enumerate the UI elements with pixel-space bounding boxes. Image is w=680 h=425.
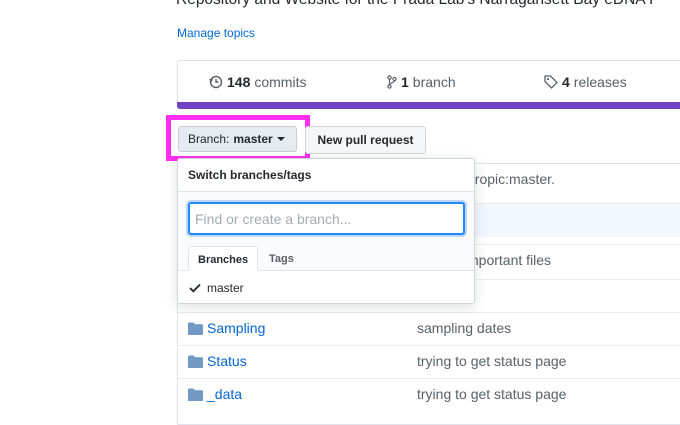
releases-count: 4 bbox=[562, 74, 570, 90]
branches-link[interactable]: 1 branch bbox=[387, 74, 456, 90]
commits-count: 148 bbox=[227, 74, 251, 90]
folder-icon bbox=[188, 355, 203, 368]
table-row: Status trying to get status page bbox=[178, 345, 680, 379]
folder-name: Status bbox=[207, 353, 247, 369]
table-row: Sampling sampling dates bbox=[178, 312, 680, 346]
language-bar bbox=[177, 102, 680, 109]
folder-link[interactable]: _data bbox=[188, 386, 242, 402]
folder-name: Sampling bbox=[207, 320, 266, 336]
tab-branches[interactable]: Branches bbox=[188, 246, 259, 271]
branch-filter-input[interactable] bbox=[188, 202, 465, 235]
repo-summary: 148 commits 1 branch 4 releases bbox=[177, 60, 680, 103]
branch-select-button[interactable]: Branch: master bbox=[178, 126, 297, 152]
branch-item-label: master bbox=[207, 280, 244, 295]
manage-topics-link[interactable]: Manage topics bbox=[177, 26, 255, 40]
commit-message[interactable]: trying to get status page bbox=[417, 353, 566, 369]
caret-down-icon bbox=[276, 137, 285, 141]
repo-description: Repository and Website for the Prada Lab… bbox=[176, 0, 659, 9]
folder-link[interactable]: Status bbox=[188, 353, 247, 369]
tag-icon bbox=[544, 75, 558, 89]
branch-prefix: Branch: bbox=[188, 132, 230, 146]
folder-link[interactable]: Sampling bbox=[188, 320, 265, 336]
commit-message: nropic:master. bbox=[467, 171, 555, 187]
filter-area bbox=[178, 192, 474, 238]
current-branch: master bbox=[233, 132, 273, 146]
folder-icon bbox=[188, 322, 203, 335]
commit-message[interactable]: trying to get status page bbox=[417, 386, 566, 402]
commit-message[interactable]: mportant files bbox=[467, 252, 551, 268]
branches-count: 1 bbox=[401, 74, 409, 90]
check-icon bbox=[189, 283, 201, 293]
releases-link[interactable]: 4 releases bbox=[544, 74, 627, 90]
folder-name: _data bbox=[207, 386, 243, 402]
branch-item-master[interactable]: master bbox=[178, 271, 474, 304]
releases-label: releases bbox=[573, 74, 627, 90]
branch-dropdown: Switch branches/tags Branches Tags maste… bbox=[177, 158, 475, 304]
commits-link[interactable]: 148 commits bbox=[209, 74, 306, 90]
dropdown-title: Switch branches/tags bbox=[178, 159, 474, 192]
folder-icon bbox=[188, 388, 203, 401]
history-icon bbox=[209, 75, 223, 89]
git-branch-icon bbox=[387, 75, 397, 89]
tab-tags[interactable]: Tags bbox=[260, 246, 303, 271]
branches-label: branch bbox=[412, 74, 456, 90]
table-row: _data trying to get status page bbox=[178, 378, 680, 412]
dropdown-tabs: Branches Tags bbox=[178, 238, 474, 271]
new-pull-request-button[interactable]: New pull request bbox=[305, 126, 426, 154]
commits-label: commits bbox=[254, 74, 307, 90]
commit-message[interactable]: sampling dates bbox=[417, 320, 511, 336]
